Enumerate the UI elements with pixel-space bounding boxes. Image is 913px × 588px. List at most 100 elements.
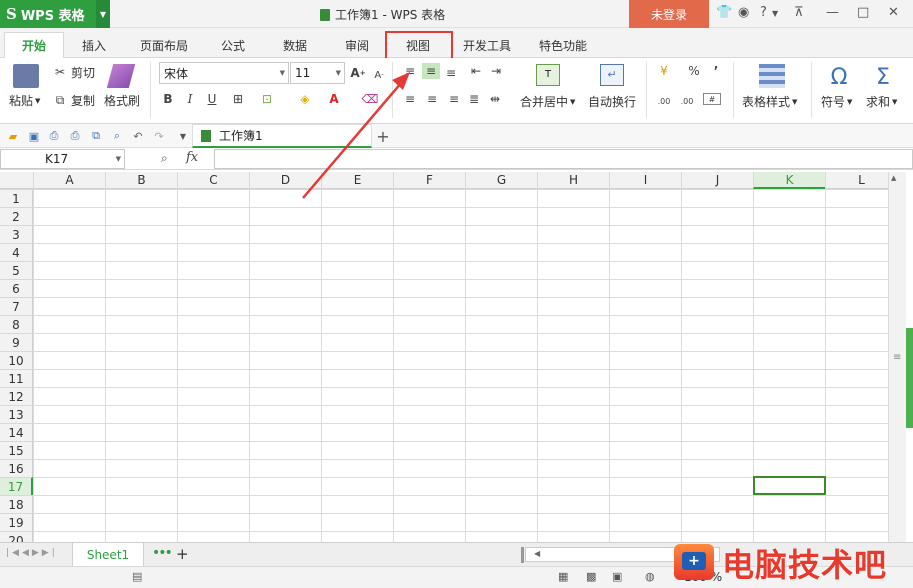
symbol-button[interactable]: 符号 ▼ [821,93,852,110]
row-header-18[interactable]: 18 [0,495,33,513]
column-header-b[interactable]: B [105,172,177,189]
wrap-text-icon[interactable]: ↵ [600,64,624,86]
login-button[interactable]: 未登录 [629,0,709,28]
align-top-icon[interactable]: ≡ [402,63,418,79]
tab-insert[interactable]: 插入 [74,32,114,58]
copy-icon[interactable]: ⧉ [52,92,68,108]
sheet-nav-icon[interactable]: |◀◀▶▶| [6,548,58,558]
column-header-h[interactable]: H [537,172,609,189]
scissors-icon[interactable]: ✂ [52,64,68,80]
comma-button[interactable]: ’ [708,63,724,79]
split-handle[interactable] [521,547,524,563]
select-all-corner[interactable] [0,172,33,189]
omega-icon[interactable]: Ω [826,64,852,90]
row-header-10[interactable]: 10 [0,351,33,369]
row-header-9[interactable]: 9 [0,333,33,351]
wrap-text-button[interactable]: 自动换行 [588,93,636,110]
row-header-12[interactable]: 12 [0,387,33,405]
row-header-6[interactable]: 6 [0,279,33,297]
tab-page-layout[interactable]: 页面布局 [132,32,196,58]
active-cell[interactable] [753,476,826,495]
zoom-formula-icon[interactable]: ⌕ [161,151,168,166]
row-header-3[interactable]: 3 [0,225,33,243]
add-sheet-button[interactable]: + [176,545,189,563]
distributed-icon[interactable]: ⇹ [487,91,503,107]
find-icon[interactable]: ⌕ [110,129,124,143]
font-size-select[interactable]: 11 ▼ [290,62,345,84]
increase-font-icon[interactable]: A + [350,65,366,81]
maximize-icon[interactable]: □ [857,5,869,20]
print-preview-icon[interactable]: ⧉ [89,129,103,143]
help-icon[interactable]: ? [760,5,767,20]
increase-decimal-icon[interactable]: .00 [656,93,672,109]
row-header-13[interactable]: 13 [0,405,33,423]
decrease-indent-icon[interactable]: ⇤ [468,63,484,79]
eye-care-icon[interactable]: ◍ [645,570,655,583]
reading-mode-icon[interactable]: ▣ [612,570,622,583]
row-header-7[interactable]: 7 [0,297,33,315]
tab-home[interactable]: 开始 [4,32,64,58]
row-header-15[interactable]: 15 [0,441,33,459]
column-header-c[interactable]: C [177,172,249,189]
column-header-i[interactable]: I [609,172,681,189]
tab-special-features[interactable]: 特色功能 [531,32,595,58]
sheet-tab[interactable]: Sheet1 [72,543,144,567]
weibo-icon[interactable]: ◉ [738,5,749,20]
row-header-5[interactable]: 5 [0,261,33,279]
save-icon[interactable]: ▣ [27,129,41,143]
chevron-down-icon[interactable]: ▼ [176,129,190,143]
tab-developer[interactable]: 开发工具 [455,32,519,58]
column-header-j[interactable]: J [681,172,753,189]
decrease-font-icon[interactable]: A- [371,67,387,83]
paste-icon[interactable] [13,64,39,88]
align-center-icon[interactable]: ≡ [424,91,440,107]
font-color-icon[interactable]: A [326,91,342,107]
tab-data[interactable]: 数据 [275,32,315,58]
formula-input[interactable] [214,149,913,169]
table-style-icon[interactable] [759,64,785,88]
merge-center-icon[interactable]: T [536,64,560,86]
cell-style-icon[interactable]: ⊡ [259,91,275,107]
scroll-grip-icon[interactable]: ≡ [893,352,901,363]
number-format-icon[interactable]: ¥ [656,63,672,79]
collapse-ribbon-icon[interactable]: ⊼ [794,5,804,20]
shirt-icon[interactable]: 👕 [716,5,732,20]
app-menu-button[interactable]: S WPS 表格 ▼ [0,0,110,28]
row-header-1[interactable]: 1 [0,189,33,207]
fill-color-icon[interactable]: ◈ [297,91,313,107]
clear-format-icon[interactable]: ⌫ [362,91,379,107]
redo-icon[interactable]: ↷ [152,129,166,143]
borders-icon[interactable]: ⊞ [230,91,246,107]
increase-indent-icon[interactable]: ⇥ [488,63,504,79]
special-format-icon[interactable]: # [703,93,721,105]
italic-button[interactable]: I [182,91,198,107]
new-tab-button[interactable]: + [376,127,390,146]
scroll-up-icon[interactable]: ▲ [891,174,896,182]
row-header-14[interactable]: 14 [0,423,33,441]
underline-button[interactable]: U [204,91,220,107]
minimize-icon[interactable]: — [826,5,839,20]
table-style-button[interactable]: 表格样式 ▼ [742,93,797,110]
workbook-tab[interactable]: 工作簿1 [192,124,372,148]
tab-review[interactable]: 审阅 [337,32,377,58]
sum-button[interactable]: 求和 ▼ [866,93,897,110]
column-header-g[interactable]: G [465,172,537,189]
paste-button[interactable]: 粘贴 ▼ [9,92,40,109]
row-header-8[interactable]: 8 [0,315,33,333]
fx-button[interactable]: fx [186,150,198,165]
decrease-decimal-icon[interactable]: .00 [679,93,695,109]
tab-formulas[interactable]: 公式 [213,32,253,58]
row-header-20[interactable]: 20 [0,531,33,542]
normal-view-icon[interactable]: ▦ [558,570,568,583]
percent-button[interactable]: % [686,63,702,79]
align-left-icon[interactable]: ≡ [402,91,418,107]
sigma-icon[interactable]: Σ [870,64,896,90]
format-painter-icon[interactable] [106,64,136,88]
chevron-down-icon[interactable]: ▼ [772,9,778,18]
row-header-2[interactable]: 2 [0,207,33,225]
close-icon[interactable]: ✕ [888,5,899,20]
column-header-e[interactable]: E [321,172,393,189]
format-painter-button[interactable]: 格式刷 [104,92,140,109]
align-right-icon[interactable]: ≡ [446,91,462,107]
align-middle-icon[interactable]: ≡ [422,63,440,79]
